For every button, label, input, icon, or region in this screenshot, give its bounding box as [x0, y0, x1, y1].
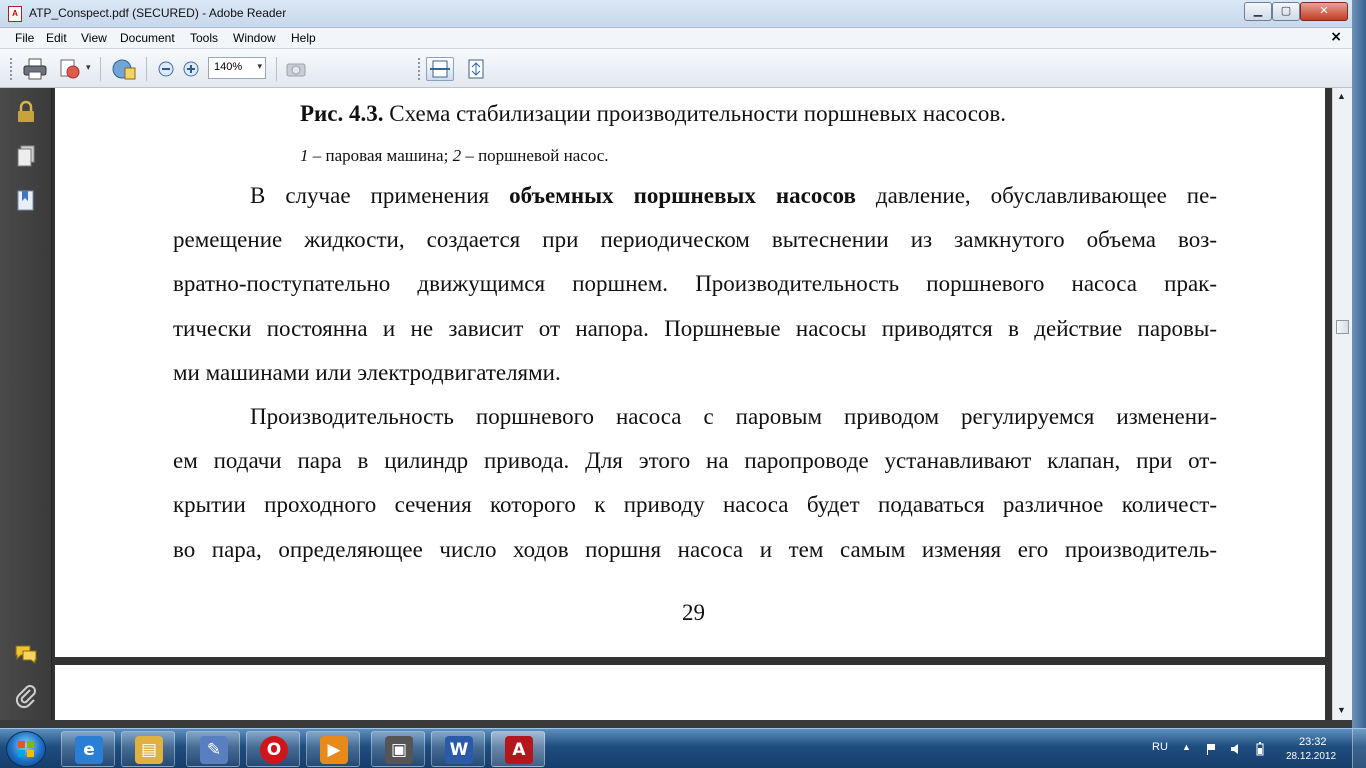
word-icon: W — [445, 736, 473, 764]
security-lock-icon[interactable] — [14, 100, 38, 124]
zoom-in-icon[interactable] — [181, 57, 201, 81]
vertical-scrollbar[interactable]: ▲ ▼ — [1332, 88, 1352, 720]
paragraph-1-line-2: ремещение жидкости, создается при период… — [173, 227, 1217, 252]
toolbar-grip[interactable] — [10, 58, 12, 80]
taskbar-app-internet-explorer[interactable]: e — [61, 731, 115, 767]
attachments-paperclip-icon[interactable] — [14, 684, 38, 708]
minimize-button[interactable]: ▁ — [1244, 2, 1272, 21]
comments-icon[interactable] — [14, 642, 38, 666]
maximize-button[interactable]: ▢ — [1272, 2, 1300, 21]
pdf-next-page — [55, 665, 1325, 720]
toolbar-grip-2[interactable] — [418, 58, 420, 80]
page-number: 29 — [682, 600, 705, 625]
language-indicator[interactable]: RU — [1152, 741, 1168, 753]
show-hidden-icons-icon[interactable]: ▲ — [1182, 742, 1194, 756]
taskbar-app-opera[interactable]: O — [246, 731, 300, 767]
show-desktop-button[interactable] — [1352, 729, 1366, 768]
paragraph-1-line-5: ми машинами или электродвигателями. — [173, 360, 561, 385]
opera-icon: O — [260, 736, 288, 764]
clock-date[interactable]: 28.12.2012 — [1286, 751, 1336, 762]
scroll-up-icon[interactable]: ▲ — [1337, 91, 1346, 101]
menu-edit[interactable]: Edit — [46, 31, 67, 45]
volume-speaker-icon[interactable] — [1230, 742, 1242, 756]
close-document-button[interactable]: × — [1330, 29, 1342, 45]
pdf-page: Рис. 4.3. Схема стабилизации производите… — [55, 88, 1325, 657]
menu-view[interactable]: View — [81, 31, 107, 45]
figure-caption-label: Рис. 4.3. — [300, 101, 384, 126]
adobe-reader-icon: A — [505, 736, 533, 764]
tools-icon: ✎ — [200, 736, 228, 764]
fit-width-button[interactable] — [426, 57, 454, 81]
legend-text-1: – паровая машина; — [308, 146, 453, 165]
start-button[interactable] — [6, 731, 46, 767]
toolbar: ▾ — [0, 49, 1352, 88]
scroll-down-icon[interactable]: ▼ — [1337, 705, 1346, 715]
menu-document[interactable]: Document — [120, 31, 175, 45]
zoom-dropdown-icon[interactable]: ▾ — [257, 61, 262, 72]
media-player-icon: ▶ — [320, 736, 348, 764]
taskbar-app-media-player[interactable]: ▶ — [306, 731, 360, 767]
figure-caption: Рис. 4.3. Схема стабилизации производите… — [300, 101, 1006, 127]
print-icon[interactable] — [22, 57, 48, 81]
taskbar-app-word[interactable]: W — [431, 731, 485, 767]
legend-number-2: 2 — [452, 146, 462, 165]
navigation-panel — [0, 88, 52, 720]
bold-term: объемных поршневых насосов — [509, 183, 856, 208]
zoom-value: 140% — [214, 61, 243, 73]
clock-time[interactable]: 23:32 — [1299, 736, 1327, 748]
share-pages-icon[interactable] — [58, 57, 84, 81]
taskbar-app-adobe-reader[interactable]: A — [491, 731, 545, 767]
scanner-icon: ▣ — [385, 736, 413, 764]
title-bar: A ATP_Conspect.pdf (SECURED) - Adobe Rea… — [0, 0, 1366, 28]
action-center-flag-icon[interactable] — [1205, 742, 1217, 756]
taskbar-app-scanner[interactable]: ▣ — [371, 731, 425, 767]
legend-text-2: – поршневой насос. — [461, 146, 609, 165]
bookmarks-icon[interactable] — [14, 188, 38, 212]
figure-caption-text: Схема стабилизации производительности по… — [383, 101, 1007, 126]
windows-logo-icon — [18, 741, 34, 757]
menu-bar: File Edit View Document Tools Window Hel… — [0, 28, 1352, 49]
zoom-out-icon[interactable] — [156, 57, 176, 81]
taskbar-app-tools[interactable]: ✎ — [186, 731, 240, 767]
collaborate-icon[interactable] — [110, 57, 138, 81]
fit-page-icon[interactable] — [464, 57, 488, 81]
close-window-button[interactable]: ✕ — [1300, 2, 1348, 21]
document-area[interactable]: Рис. 4.3. Схема стабилизации производите… — [52, 88, 1332, 720]
menu-file[interactable]: File — [15, 31, 34, 45]
desktop-edge — [1352, 0, 1366, 728]
menu-tools[interactable]: Tools — [190, 31, 218, 45]
paragraph-1-line-1: В случае применения объемных поршневых н… — [250, 183, 1217, 208]
internet-explorer-icon: e — [75, 736, 103, 764]
file-explorer-icon: ▤ — [135, 736, 163, 764]
fit-width-icon — [430, 60, 450, 78]
menu-window[interactable]: Window — [233, 31, 276, 45]
figure-legend: 1 – паровая машина; 2 – поршневой насос. — [300, 146, 609, 166]
pdf-app-icon: A — [8, 6, 22, 22]
taskbar-app-file-explorer[interactable]: ▤ — [121, 731, 175, 767]
share-dropdown-icon[interactable]: ▾ — [86, 62, 91, 86]
paragraph-2-line-1: Производительность поршневого насоса с п… — [250, 404, 1217, 429]
pages-thumbnails-icon[interactable] — [14, 144, 38, 168]
scrollbar-thumb[interactable] — [1336, 320, 1349, 334]
paragraph-2-line-2: ем подачи пара в цилиндр привода. Для эт… — [173, 448, 1217, 473]
battery-power-icon[interactable] — [1254, 742, 1266, 756]
paragraph-2-line-4: во пара, определяющее число ходов поршня… — [173, 537, 1217, 562]
legend-number-1: 1 — [300, 146, 309, 165]
window-title: ATP_Conspect.pdf (SECURED) - Adobe Reade… — [29, 6, 287, 20]
paragraph-2-line-3: крытии проходного сечения которого к при… — [173, 492, 1217, 517]
paragraph-1-line-4: тически постоянна и не зависит от напора… — [173, 316, 1217, 341]
paragraph-1-line-3: вратно-поступательно движущимся поршнем.… — [173, 271, 1217, 296]
zoom-field[interactable]: 140% ▾ — [208, 57, 266, 79]
menu-help[interactable]: Help — [291, 31, 316, 45]
snapshot-camera-icon[interactable] — [284, 57, 308, 81]
taskbar: e ▤ ✎ O ▶ ▣ W A RU ▲ 23:32 28.12.2012 — [0, 728, 1366, 768]
